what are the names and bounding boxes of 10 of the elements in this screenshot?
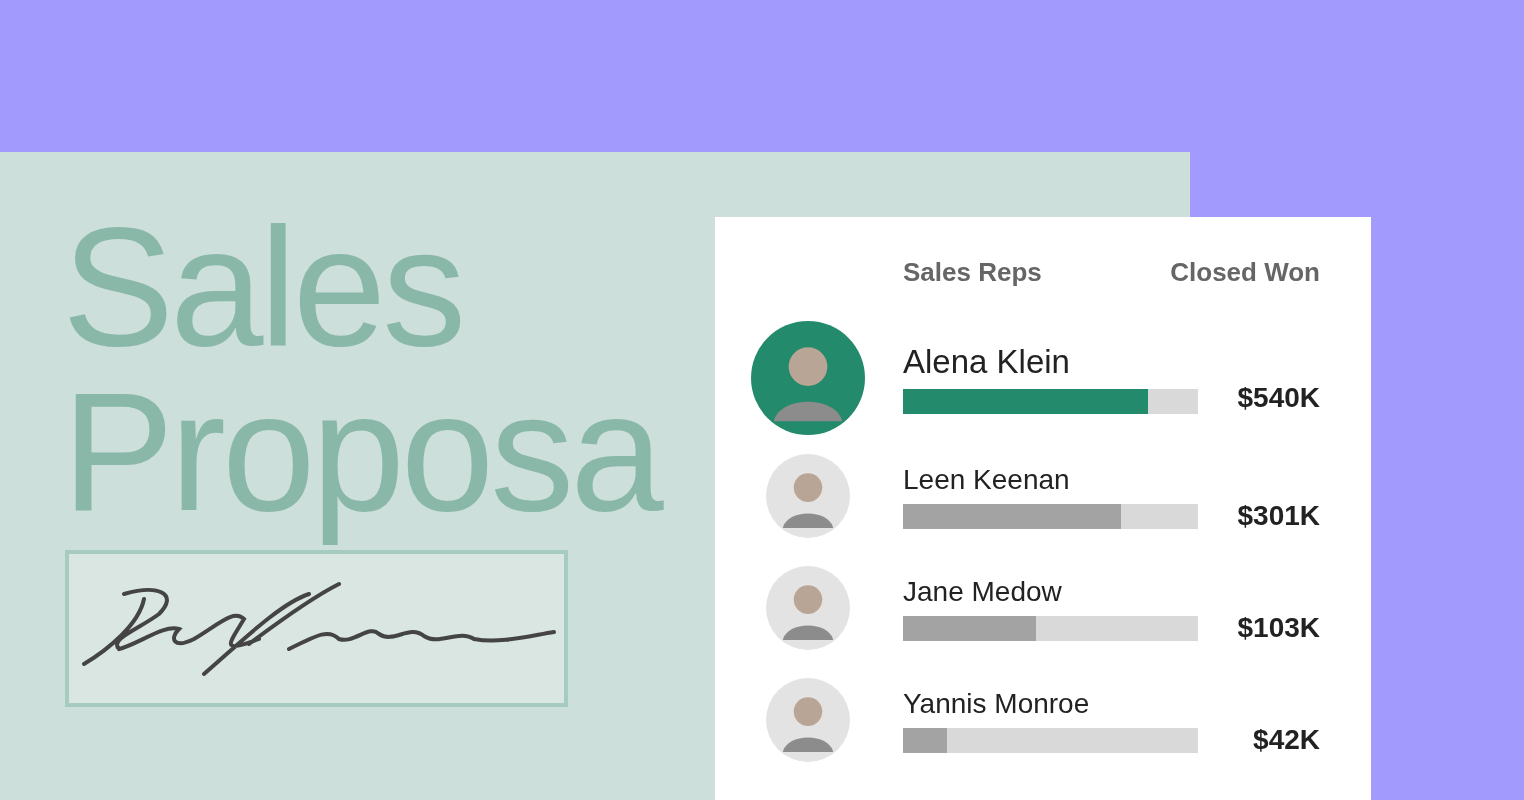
column-header: Sales Reps — [903, 256, 1042, 289]
rep-name: Alena Klein — [903, 341, 1071, 382]
amount-text: $301K — [1237, 500, 1320, 531]
rep-name: Yannis Monroe — [903, 686, 1091, 721]
amount-text: $103K — [1237, 612, 1320, 643]
rep-name: Jane Medow — [903, 574, 1063, 609]
amount-text: $42K — [1253, 724, 1320, 755]
column-header: Closed Won — [1170, 256, 1320, 289]
amount-text: $540K — [1237, 382, 1320, 413]
rep-name: Leen Keenan — [903, 462, 1071, 497]
